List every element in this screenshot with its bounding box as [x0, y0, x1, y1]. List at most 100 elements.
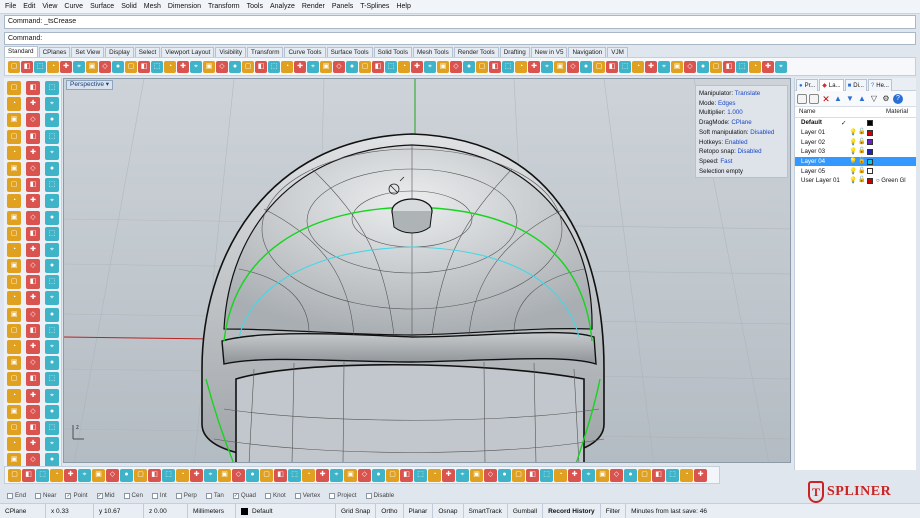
tsplines-tool-34-icon[interactable]: ▣ [470, 468, 483, 482]
osnap-checkbox[interactable]: ✓ [232, 492, 239, 499]
standard-tool-9-icon[interactable]: ● [112, 60, 124, 73]
side-tool-15-icon[interactable]: ⌖ [45, 145, 59, 160]
status-record-history[interactable]: Record History [543, 503, 601, 518]
standard-tool-28-icon[interactable]: ▢ [359, 60, 371, 73]
tsplines-tool-29-icon[interactable]: ◧ [400, 468, 413, 482]
standard-tool-7-icon[interactable]: ▣ [86, 60, 98, 73]
standard-tool-11-icon[interactable]: ◧ [138, 60, 150, 73]
menu-analyze[interactable]: Analyze [270, 0, 295, 14]
side-tool-4-icon[interactable]: ◔ [7, 97, 21, 112]
side-tool-19-icon[interactable]: ▢ [7, 178, 21, 193]
layer-material[interactable]: ○ Green Gl [876, 178, 906, 184]
tsplines-tool-30-icon[interactable]: ⬚ [414, 468, 427, 482]
osnap-quad[interactable]: ✓ Quad [232, 492, 256, 499]
layer-row[interactable]: Layer 04 💡 🔓 [795, 156, 916, 167]
tsplines-tool-12-icon[interactable]: ⬚ [162, 468, 175, 482]
side-tool-56-icon[interactable]: ◧ [26, 372, 40, 387]
side-tool-48-icon[interactable]: ⬚ [45, 323, 59, 338]
layer-color-swatch[interactable] [867, 168, 873, 175]
standard-tool-35-icon[interactable]: ◇ [450, 60, 462, 73]
side-tool-11-icon[interactable]: ◧ [26, 129, 40, 144]
side-tool-67-icon[interactable]: ◔ [7, 437, 21, 452]
side-tool-37-icon[interactable]: ▢ [7, 275, 21, 290]
osnap-checkbox[interactable]: ✓ [65, 492, 72, 499]
tsplines-tool-26-icon[interactable]: ◇ [358, 468, 371, 482]
tsplines-tool-40-icon[interactable]: ◔ [554, 468, 567, 482]
standard-tool-56-icon[interactable]: ◧ [723, 60, 735, 73]
osnap-near[interactable]: Near [35, 492, 56, 499]
layer-name[interactable]: User Layer 01 [795, 177, 841, 184]
standard-tool-51-icon[interactable]: ⌖ [658, 60, 670, 73]
layer-color-swatch[interactable] [867, 177, 873, 184]
standard-tool-31-icon[interactable]: ◔ [398, 60, 410, 73]
menu-file[interactable]: File [5, 0, 16, 14]
osnap-checkbox[interactable] [365, 492, 372, 499]
osnap-checkbox[interactable] [151, 492, 158, 499]
side-tool-3-icon[interactable]: ⬚ [45, 81, 59, 95]
status-ortho[interactable]: Ortho [376, 503, 404, 518]
standard-tool-24-icon[interactable]: ⌖ [307, 60, 319, 73]
tsplines-tool-41-icon[interactable]: ✚ [568, 468, 581, 482]
side-tool-58-icon[interactable]: ◔ [7, 388, 21, 403]
side-tool-54-icon[interactable]: ● [45, 356, 59, 371]
tab-navigation[interactable]: Navigation [568, 47, 607, 57]
side-tool-32-icon[interactable]: ✚ [26, 242, 40, 257]
side-tool-53-icon[interactable]: ◇ [26, 356, 40, 371]
tsplines-tool-32-icon[interactable]: ✚ [442, 468, 455, 482]
tsplines-tool-3-icon[interactable]: ⬚ [36, 468, 49, 482]
tab-surface-tools[interactable]: Surface Tools [326, 47, 373, 57]
standard-tool-23-icon[interactable]: ✚ [294, 60, 306, 73]
standard-tool-36-icon[interactable]: ● [463, 60, 475, 73]
osnap-checkbox[interactable] [264, 492, 271, 499]
menu-edit[interactable]: Edit [23, 0, 35, 14]
layer-name[interactable]: Layer 02 [795, 139, 841, 146]
side-tool-7-icon[interactable]: ▣ [7, 113, 21, 128]
standard-tool-3-icon[interactable]: ⬚ [34, 60, 46, 73]
layer-color-swatch[interactable] [867, 129, 873, 136]
layer-tools-icon[interactable]: ⚙ [881, 94, 891, 104]
tsplines-tool-10-icon[interactable]: ▢ [134, 468, 147, 482]
side-tool-27-icon[interactable]: ● [45, 210, 59, 225]
tsplines-tool-35-icon[interactable]: ◇ [484, 468, 497, 482]
osnap-cen[interactable]: Cen [123, 492, 143, 499]
tab-cplanes[interactable]: CPlanes [38, 47, 71, 57]
delete-layer-icon[interactable]: ✕ [821, 94, 831, 104]
tsplines-tool-1-icon[interactable]: ▢ [8, 468, 21, 482]
tsplines-tool-13-icon[interactable]: ◔ [176, 468, 189, 482]
osnap-vertex[interactable]: Vertex [294, 492, 320, 499]
osnap-disable[interactable]: Disable [365, 492, 394, 499]
osnap-project[interactable]: Project [329, 492, 357, 499]
tsplines-tool-2-icon[interactable]: ◧ [22, 468, 35, 482]
layer-color-swatch[interactable] [867, 158, 873, 165]
tsplines-tool-17-icon[interactable]: ◇ [232, 468, 245, 482]
standard-tool-15-icon[interactable]: ⌖ [190, 60, 202, 73]
standard-tool-5-icon[interactable]: ✚ [60, 60, 72, 73]
status-gumball[interactable]: Gumball [508, 503, 544, 518]
side-tool-61-icon[interactable]: ▣ [7, 404, 21, 419]
side-tool-31-icon[interactable]: ◔ [7, 242, 21, 257]
osnap-checkbox[interactable] [329, 492, 336, 499]
layer-name[interactable]: Layer 01 [795, 129, 841, 136]
tab-new-in-v5[interactable]: New in V5 [530, 47, 568, 57]
layer-row[interactable]: User Layer 01 💡 🔓 ○ Green Gl [795, 176, 916, 186]
side-tool-52-icon[interactable]: ▣ [7, 356, 21, 371]
column-name[interactable]: Name [795, 107, 886, 117]
tab-help[interactable]: ? He... [867, 79, 892, 91]
osnap-checkbox[interactable] [294, 492, 301, 499]
side-tool-60-icon[interactable]: ⌖ [45, 388, 59, 403]
viewport-title[interactable]: Perspective ▾ [66, 80, 114, 90]
status-filter[interactable]: Filter [601, 503, 627, 518]
side-tool-2-icon[interactable]: ◧ [26, 81, 40, 95]
layer-row[interactable]: Default ✓ [795, 118, 916, 128]
tsplines-tool-5-icon[interactable]: ✚ [64, 468, 77, 482]
side-tool-8-icon[interactable]: ◇ [26, 113, 40, 128]
tsplines-tool-15-icon[interactable]: ⌖ [204, 468, 217, 482]
tsplines-tool-44-icon[interactable]: ◇ [610, 468, 623, 482]
side-tool-23-icon[interactable]: ✚ [26, 194, 40, 209]
side-tool-20-icon[interactable]: ◧ [26, 178, 40, 193]
layer-lock-icon[interactable]: 🔓 [858, 148, 865, 155]
tsplines-tool-38-icon[interactable]: ◧ [526, 468, 539, 482]
tsplines-tool-21-icon[interactable]: ⬚ [288, 468, 301, 482]
side-tool-6-icon[interactable]: ⌖ [45, 97, 59, 112]
tab-display[interactable]: Display [105, 47, 134, 57]
